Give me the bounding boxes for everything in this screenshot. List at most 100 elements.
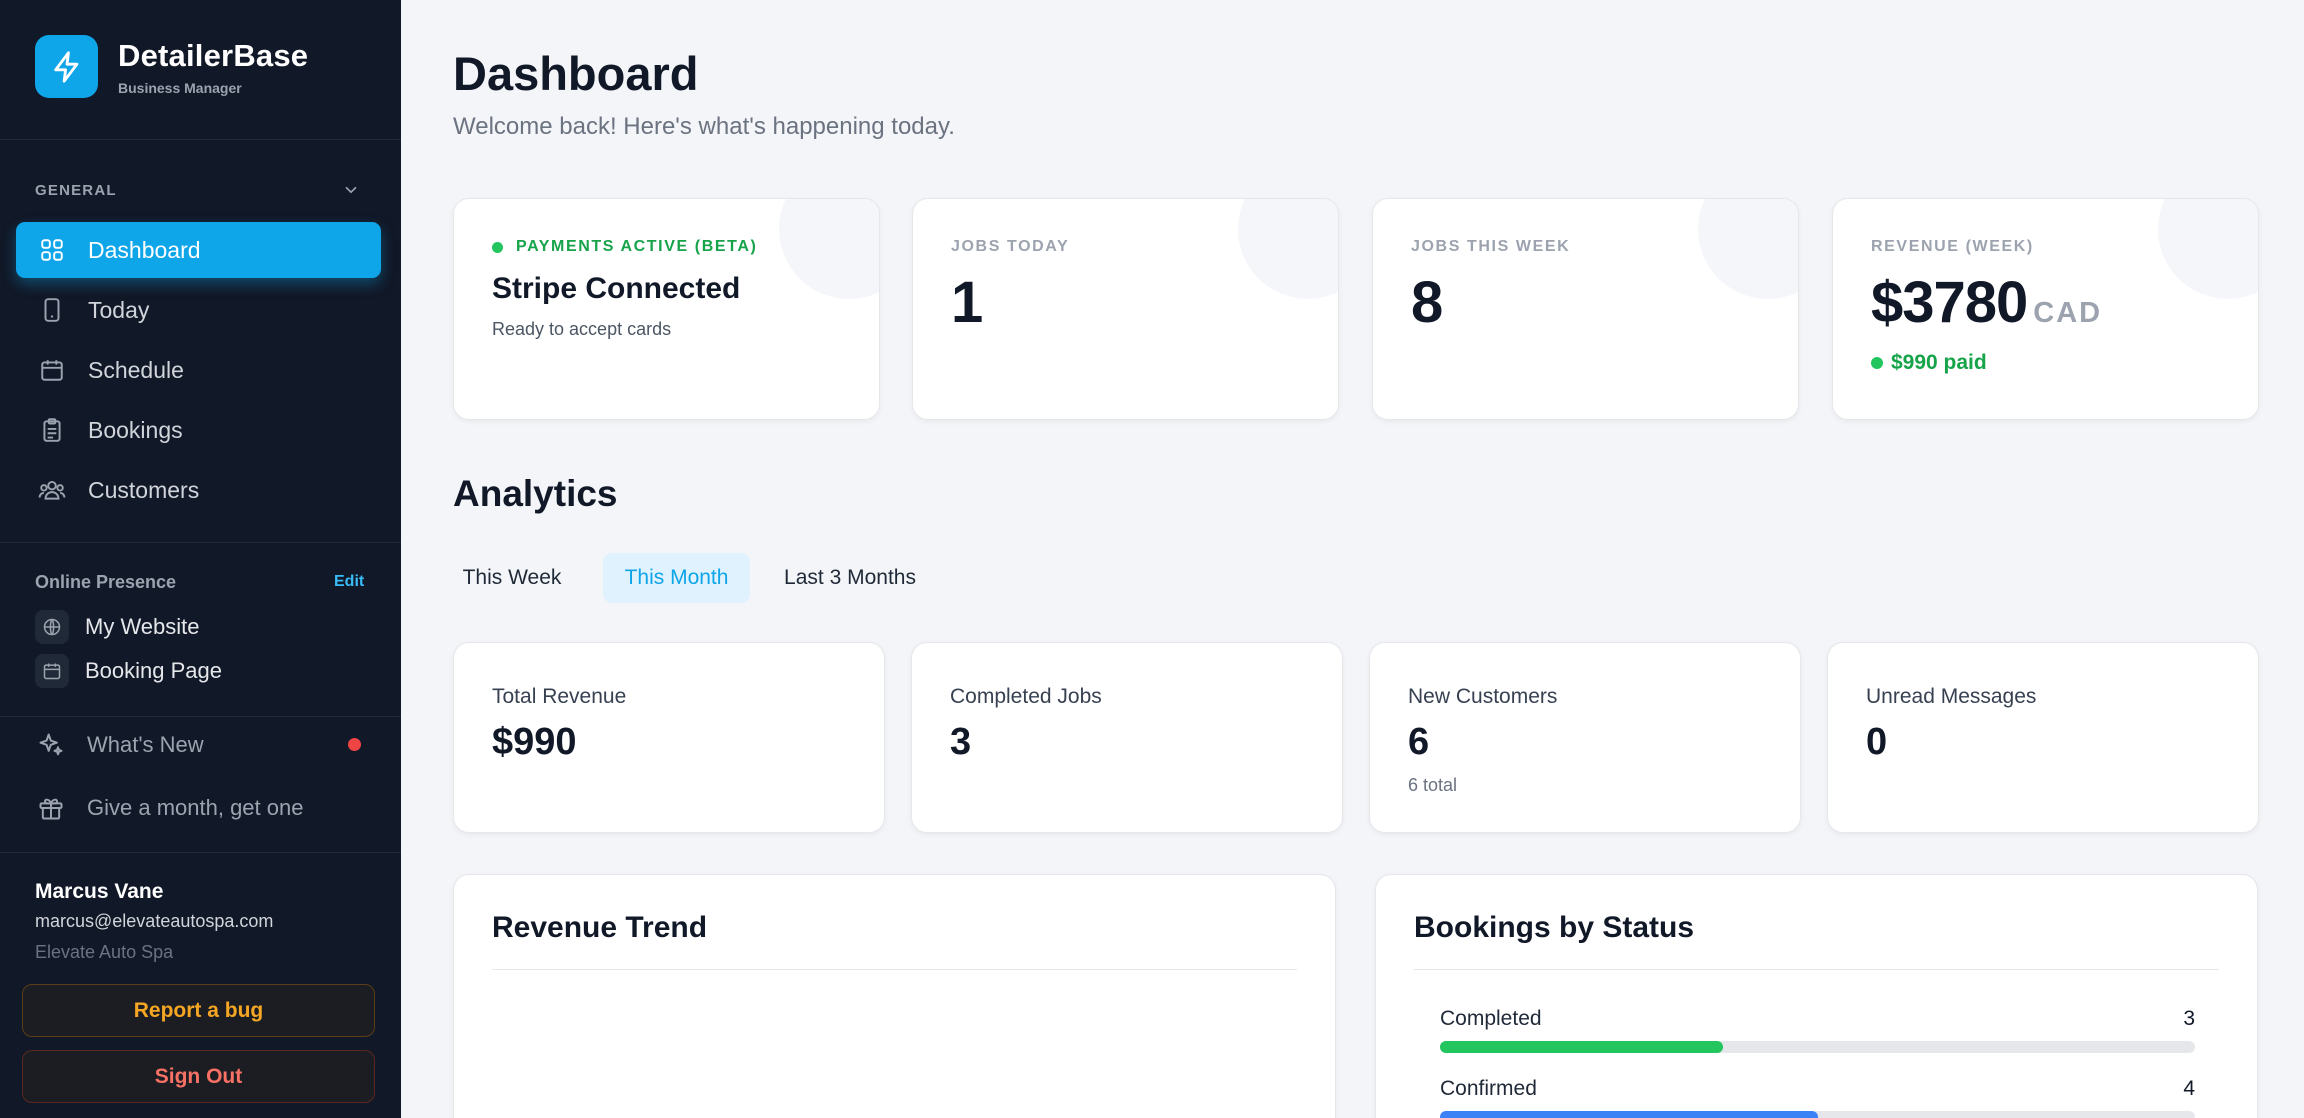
page-subtitle: Welcome back! Here's what's happening to… <box>453 113 955 140</box>
gift-icon <box>35 792 67 824</box>
metric-subtext: 6 total <box>1408 775 1458 795</box>
jobs-today-card[interactable]: JOBS TODAY 1 <box>912 198 1339 420</box>
sign-out-button[interactable]: Sign Out <box>22 1050 375 1103</box>
section-label-general: GENERAL <box>35 182 117 199</box>
page-title: Dashboard <box>453 47 699 100</box>
sparkles-icon <box>35 729 67 761</box>
status-name: Confirmed <box>1440 1077 1537 1100</box>
payments-status: PAYMENTS ACTIVE (BETA) <box>492 238 757 256</box>
sidebar: DetailerBase Business Manager GENERAL Da… <box>0 0 401 1118</box>
sidebar-item-label: My Website <box>85 614 200 639</box>
tab-this-week[interactable]: This Week <box>453 553 571 603</box>
sidebar-divider <box>0 542 401 543</box>
tab-last-3-months[interactable]: Last 3 Months <box>774 553 926 603</box>
sidebar-item-customers[interactable]: Customers <box>16 462 381 518</box>
metric-label: Completed Jobs <box>950 685 1102 708</box>
calendar-icon <box>35 654 69 688</box>
status-dot <box>1871 357 1883 369</box>
revenue-paid-label: $990 paid <box>1891 351 1987 374</box>
sidebar-item-label: Schedule <box>88 356 184 383</box>
sidebar-item-booking-page[interactable]: Booking Page <box>35 654 222 688</box>
revenue-trend-title: Revenue Trend <box>492 911 708 944</box>
bookings-by-status-panel: Bookings by Status Completed 3 Confirmed… <box>1375 874 2258 1118</box>
brand-subtitle: Business Manager <box>118 79 242 96</box>
sidebar-item-bookings[interactable]: Bookings <box>16 402 381 458</box>
clipboard-icon <box>38 416 66 444</box>
metric-value: 6 <box>1408 721 1430 763</box>
panel-divider <box>1414 969 2219 970</box>
sidebar-divider <box>0 139 401 140</box>
metric-label: New Customers <box>1408 685 1558 708</box>
sidebar-item-whats-new[interactable]: What's New <box>35 729 204 761</box>
user-name: Marcus Vane <box>35 880 164 903</box>
revenue-amount: $3780 <box>1871 270 2028 335</box>
analytics-title: Analytics <box>453 473 618 514</box>
revenue-week-label: REVENUE (WEEK) <box>1871 238 2034 255</box>
tab-this-month[interactable]: This Month <box>603 553 750 603</box>
jobs-week-card[interactable]: JOBS THIS WEEK 8 <box>1372 198 1799 420</box>
revenue-currency: CAD <box>2033 297 2103 329</box>
notification-dot <box>348 738 361 751</box>
jobs-week-label: JOBS THIS WEEK <box>1411 238 1571 255</box>
payments-card[interactable]: PAYMENTS ACTIVE (BETA) Stripe Connected … <box>453 198 880 420</box>
card-decoration <box>1698 199 1798 299</box>
sidebar-item-label: Booking Page <box>85 658 222 683</box>
brand[interactable]: DetailerBase Business Manager <box>35 35 308 98</box>
metric-label: Total Revenue <box>492 685 627 708</box>
metric-label: Unread Messages <box>1866 685 2037 708</box>
card-decoration <box>779 199 879 299</box>
sidebar-item-label: Bookings <box>88 416 183 443</box>
lightning-bolt-icon <box>35 35 98 98</box>
metric-value: $990 <box>492 721 577 763</box>
status-dot <box>492 241 503 253</box>
jobs-today-value: 1 <box>951 270 984 335</box>
sidebar-divider <box>0 716 401 717</box>
chevron-down-icon[interactable] <box>342 181 360 204</box>
metric-value: 3 <box>950 721 972 763</box>
sidebar-item-label: What's New <box>87 732 204 757</box>
status-count: 3 <box>2183 1007 2195 1030</box>
sidebar-item-label: Give a month, get one <box>87 795 304 820</box>
panel-divider <box>492 969 1297 970</box>
user-organization: Elevate Auto Spa <box>35 942 174 962</box>
user-email: marcus@elevateautospa.com <box>35 911 274 931</box>
status-bar-fill <box>1440 1111 1818 1118</box>
brand-name: DetailerBase <box>118 37 309 73</box>
status-bar-fill <box>1440 1041 1724 1053</box>
revenue-week-value: $3780 CAD <box>1871 269 2102 336</box>
sidebar-item-dashboard[interactable]: Dashboard <box>16 222 381 278</box>
revenue-week-card[interactable]: REVENUE (WEEK) $3780 CAD $990 paid <box>1832 198 2259 420</box>
jobs-today-label: JOBS TODAY <box>951 238 1070 255</box>
sidebar-divider <box>0 852 401 853</box>
status-count: 4 <box>2183 1077 2195 1100</box>
calendar-icon <box>38 356 66 384</box>
metric-card-unread-messages[interactable]: Unread Messages 0 <box>1827 642 2259 833</box>
metric-value: 0 <box>1866 721 1888 763</box>
sidebar-item-today[interactable]: Today <box>16 282 381 338</box>
online-presence-edit-link[interactable]: Edit <box>334 573 364 591</box>
metric-card-total-revenue[interactable]: Total Revenue $990 <box>453 642 885 833</box>
sidebar-item-referral[interactable]: Give a month, get one <box>35 792 303 824</box>
sidebar-item-schedule[interactable]: Schedule <box>16 342 381 398</box>
grid-icon <box>38 236 66 264</box>
status-bar-track <box>1440 1111 2195 1118</box>
payments-subtitle: Ready to accept cards <box>492 319 672 339</box>
status-name: Completed <box>1440 1007 1542 1030</box>
bookings-by-status-title: Bookings by Status <box>1414 911 1695 944</box>
revenue-trend-panel: Revenue Trend <box>453 874 1336 1118</box>
metric-card-completed-jobs[interactable]: Completed Jobs 3 <box>911 642 1343 833</box>
globe-icon <box>35 610 69 644</box>
sidebar-item-label: Dashboard <box>88 236 201 263</box>
sidebar-item-my-website[interactable]: My Website <box>35 610 200 644</box>
main-content: Dashboard Welcome back! Here's what's ha… <box>401 0 2304 1118</box>
metric-card-new-customers[interactable]: New Customers 6 6 total <box>1369 642 1801 833</box>
sidebar-item-label: Today <box>88 296 150 323</box>
card-decoration <box>2158 199 2258 299</box>
phone-icon <box>38 296 66 324</box>
report-bug-button[interactable]: Report a bug <box>22 984 375 1037</box>
payments-label: PAYMENTS ACTIVE (BETA) <box>516 238 758 255</box>
sidebar-item-label: Customers <box>88 476 200 503</box>
jobs-week-value: 8 <box>1411 270 1444 335</box>
revenue-paid: $990 paid <box>1871 351 1987 375</box>
online-presence-label: Online Presence <box>35 572 177 592</box>
